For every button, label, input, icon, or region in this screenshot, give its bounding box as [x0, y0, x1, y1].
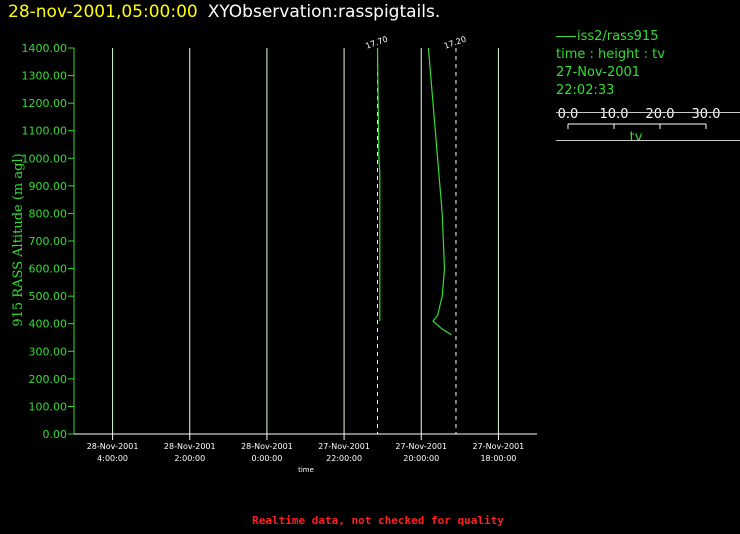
y-tick-label: 900.00 [29, 180, 68, 193]
x-tick-label: 27-Nov-2001 [473, 442, 525, 451]
x-tick-label: 20:00:00 [403, 454, 439, 463]
legend-rule [556, 112, 740, 113]
y-tick-label: 600.00 [29, 263, 68, 276]
y-tick-label: 1200.00 [22, 97, 68, 110]
profile-line [427, 47, 452, 336]
x-tick-label: 27-Nov-2001 [318, 442, 370, 451]
legend-scale-tick: 10.0 [600, 107, 629, 122]
legend-scale-tick: 20.0 [646, 107, 675, 122]
x-tick-label: 28-Nov-2001 [164, 442, 216, 451]
x-tick-label: 28-Nov-2001 [87, 442, 139, 451]
y-tick-label: 300.00 [29, 345, 68, 358]
y-tick-label: 400.00 [29, 318, 68, 331]
x-tick-label: 0:00:00 [251, 454, 282, 463]
y-tick-label: 500.00 [29, 290, 68, 303]
legend: iss2/rass915 time : height : tv 27-Nov-2… [556, 28, 740, 145]
y-tick-label: 1400.00 [22, 42, 68, 55]
legend-time: 22:02:33 [556, 83, 615, 98]
profile-label: 17.70 [364, 35, 389, 51]
profile-label: 17.20 [443, 35, 468, 51]
y-tick-label: 1300.00 [22, 70, 68, 83]
y-tick-label: 800.00 [29, 207, 68, 220]
y-tick-label: 700.00 [29, 235, 68, 248]
y-tick-label: 0.00 [43, 428, 68, 441]
y-tick-label: 1100.00 [22, 125, 68, 138]
y-tick-label: 1000.00 [22, 152, 68, 165]
legend-scale-tick: 30.0 [692, 107, 721, 122]
x-tick-label: 27-Nov-2001 [395, 442, 447, 451]
x-axis-label: time [298, 466, 314, 474]
legend-date: 27-Nov-2001 [556, 65, 641, 80]
legend-scale-label: tv [630, 130, 643, 145]
y-axis-label: 915 RASS Altitude (m agl) [11, 153, 26, 326]
x-tick-label: 2:00:00 [174, 454, 205, 463]
legend-series-label: iss2/rass915 [577, 29, 659, 44]
x-tick-label: 28-Nov-2001 [241, 442, 293, 451]
legend-line-swatch [556, 36, 576, 37]
y-tick-label: 100.00 [29, 400, 68, 413]
legend-variables: time : height : tv [556, 47, 665, 62]
x-tick-label: 22:00:00 [326, 454, 362, 463]
legend-rule [556, 140, 740, 141]
legend-series: iss2/rass915 [556, 29, 658, 44]
x-tick-label: 4:00:00 [97, 454, 128, 463]
legend-scale-tick: 0.0 [558, 107, 579, 122]
quality-warning: Realtime data, not checked for quality [252, 514, 504, 527]
y-tick-label: 200.00 [29, 373, 68, 386]
x-tick-label: 18:00:00 [480, 454, 516, 463]
